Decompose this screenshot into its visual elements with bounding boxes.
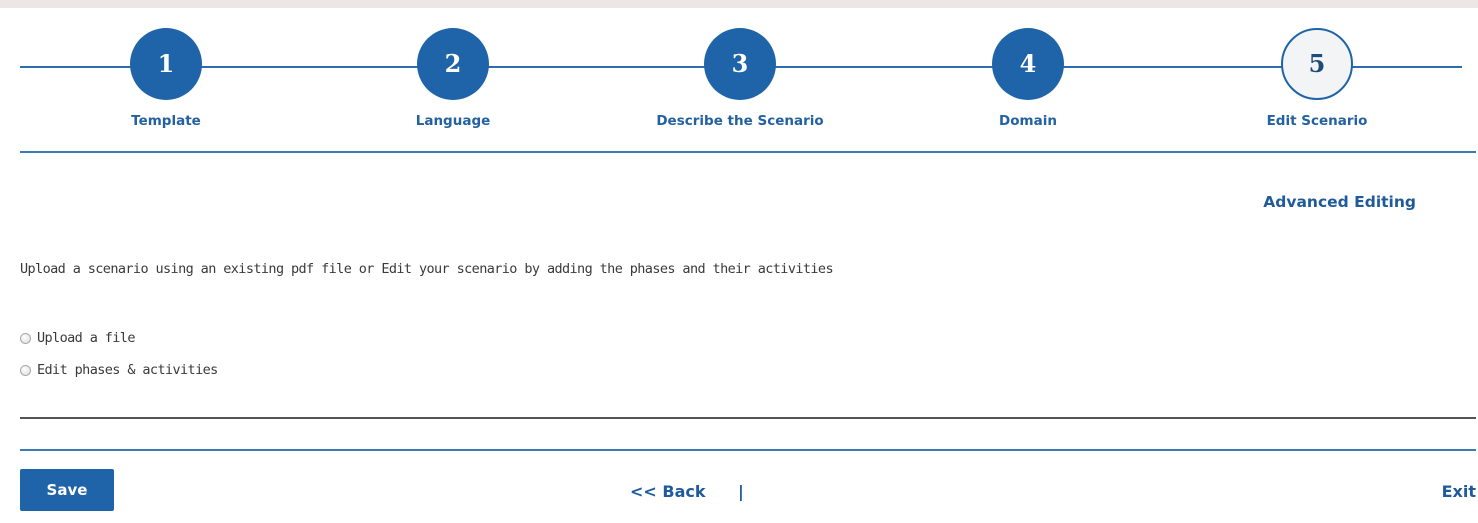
edit-phases-radio[interactable] [20,364,31,376]
step-number-circle[interactable]: 2 [417,28,489,100]
wizard-step-language[interactable]: 2 Language [343,28,563,129]
step-number-circle[interactable]: 4 [992,28,1064,100]
advanced-editing-link[interactable]: Advanced Editing [1263,193,1416,211]
edit-phases-label: Edit phases & activities [37,362,218,378]
step-label: Describe the Scenario [656,113,824,129]
wizard-step-template[interactable]: 1 Template [56,28,276,129]
footer-separator: | [738,482,744,501]
step-label: Template [131,113,201,129]
wizard-progress: 1 Template 2 Language 3 Describe the Sce… [20,8,1462,153]
exit-link[interactable]: Exit [1442,482,1476,501]
step-number-circle[interactable]: 1 [130,28,202,100]
upload-file-radio[interactable] [20,332,31,344]
step-label: Domain [999,113,1057,129]
wizard-step-edit-scenario[interactable]: 5 Edit Scenario [1207,28,1427,129]
page: 1 Template 2 Language 3 Describe the Sce… [0,8,1478,523]
step-number-circle-current[interactable]: 5 [1281,28,1353,100]
option-edit-phases[interactable]: Edit phases & activities [20,362,218,378]
back-link[interactable]: << Back [630,482,706,501]
intro-text: Upload a scenario using an existing pdf … [20,261,834,277]
upload-file-label: Upload a file [37,330,135,346]
wizard-step-describe-scenario[interactable]: 3 Describe the Scenario [630,28,850,129]
option-upload-file[interactable]: Upload a file [20,330,135,346]
content-divider [20,417,1476,419]
step-number-circle[interactable]: 3 [704,28,776,100]
wizard-step-domain[interactable]: 4 Domain [918,28,1138,129]
wizard-divider [20,151,1476,153]
save-button[interactable]: Save [20,469,114,511]
step-label: Language [415,113,491,129]
footer-divider [20,449,1476,451]
step-label: Edit Scenario [1266,113,1368,129]
